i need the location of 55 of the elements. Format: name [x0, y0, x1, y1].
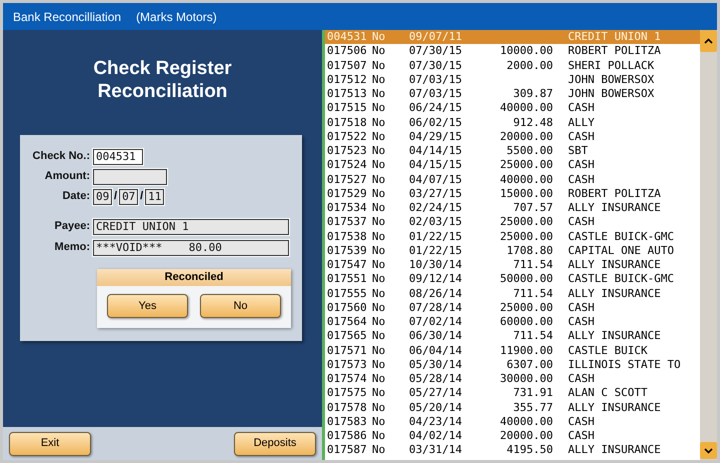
date-separator: / [139, 189, 144, 204]
company-name: (Marks Motors) [136, 8, 217, 26]
check-row[interactable]: 017551 No 09/12/14 50000.00 CASTLE BUICK-GMC [325, 272, 700, 286]
field-label: Date: [61, 189, 91, 204]
check-row[interactable]: 017513 No 07/03/15 309.87 JOHN BOWERSOX [325, 87, 700, 102]
field-label: Amount: [44, 169, 91, 184]
field-label: Check No.: [32, 149, 91, 164]
check-row[interactable]: 017529 No 03/27/15 15000.00 ROBERT POLITZA [325, 186, 700, 201]
check-row[interactable]: 017538 No 01/22/15 25000.00 CASTLE BUICK-GMC [325, 230, 700, 244]
scroll-up-button[interactable] [700, 30, 717, 52]
check-row[interactable]: 017575 No 05/27/14 731.91 ALAN C SCOTT [325, 386, 700, 400]
check-row[interactable]: 017512 No 07/03/15 JOHN BOWERSOX [325, 72, 700, 87]
scroll-down-button[interactable] [700, 442, 717, 459]
check-row[interactable]: 017565 No 06/30/14 711.54 ALLY INSURANCE [325, 329, 700, 344]
check-row[interactable]: 017571 No 06/04/14 11900.00 CASTLE BUICK [325, 344, 700, 358]
check-row[interactable]: 017523 No 04/14/15 5500.00 SBT [325, 144, 700, 158]
check-row[interactable]: 017587 No 03/31/14 4195.50 ALLY INSURANCE [325, 443, 700, 458]
footer-button[interactable]: Exit [9, 432, 91, 456]
check-row[interactable]: 017527 No 04/07/15 40000.00 CASH [325, 172, 700, 187]
date-field[interactable]: 11 [145, 188, 164, 204]
check-row[interactable]: 017574 No 05/28/14 30000.00 CASH [325, 372, 700, 386]
check-row[interactable]: 017555 No 08/26/14 711.54 ALLY INSURANCE [325, 286, 700, 301]
check-number-field[interactable]: 004531 [93, 148, 143, 164]
check-row[interactable]: 017506 No 07/30/15 10000.00 ROBERT POLITZA [325, 44, 700, 58]
memo-field[interactable]: ***VOID*** 80.00 [93, 240, 289, 256]
reconciled-button[interactable]: Yes [107, 294, 188, 318]
window-title: Bank Reconcilliation [13, 8, 122, 26]
date-separator: / [113, 189, 118, 204]
check-row[interactable]: 017539 No 01/22/15 1708.80 CAPITAL ONE AUTO [325, 244, 700, 258]
caret-down-icon [704, 448, 713, 454]
field-label: Payee: [54, 219, 91, 234]
check-row[interactable]: 017586 No 04/02/14 20000.00 CASH [325, 429, 700, 444]
check-row[interactable]: 017537 No 02/03/15 25000.00 CASH [325, 215, 700, 230]
field-label: Memo: [54, 240, 91, 256]
check-row[interactable]: 017578 No 05/20/14 355.77 ALLY INSURANCE [325, 400, 700, 415]
page-heading: Check Register Reconciliation [92, 57, 233, 103]
check-row[interactable]: 017560 No 07/28/14 25000.00 CASH [325, 300, 700, 315]
check-row[interactable]: 017564 No 07/02/14 60000.00 CASH [325, 315, 700, 330]
check-row[interactable]: 017583 No 04/23/14 40000.00 CASH [325, 414, 700, 429]
reconciled-button[interactable]: No [200, 294, 281, 318]
check-row[interactable]: 017547 No 10/30/14 711.54 ALLY INSURANCE [325, 258, 700, 272]
amount-field[interactable] [93, 168, 167, 184]
reconciled-header: Reconciled [97, 269, 291, 286]
check-row[interactable]: 017507 No 07/30/15 2000.00 SHERI POLLACK [325, 58, 700, 73]
check-row[interactable]: 017518 No 06/02/15 912.48 ALLY [325, 116, 700, 130]
date-field[interactable]: 09 [93, 188, 112, 204]
caret-up-icon [704, 38, 713, 44]
footer-button[interactable]: Deposits [234, 432, 316, 456]
check-row[interactable]: 017515 No 06/24/15 40000.00 CASH [325, 101, 700, 116]
date-field[interactable]: 07 [119, 188, 138, 204]
check-row[interactable]: 017524 No 04/15/15 25000.00 CASH [325, 158, 700, 172]
check-row[interactable]: 017534 No 02/24/15 707.57 ALLY INSURANCE [325, 201, 700, 216]
check-row[interactable]: 017573 No 05/30/14 6307.00 ILLINOIS STATE TO [325, 358, 700, 372]
check-row[interactable]: 017522 No 04/29/15 20000.00 CASH [325, 130, 700, 144]
payee-field[interactable]: CREDIT UNION 1 [93, 218, 289, 234]
